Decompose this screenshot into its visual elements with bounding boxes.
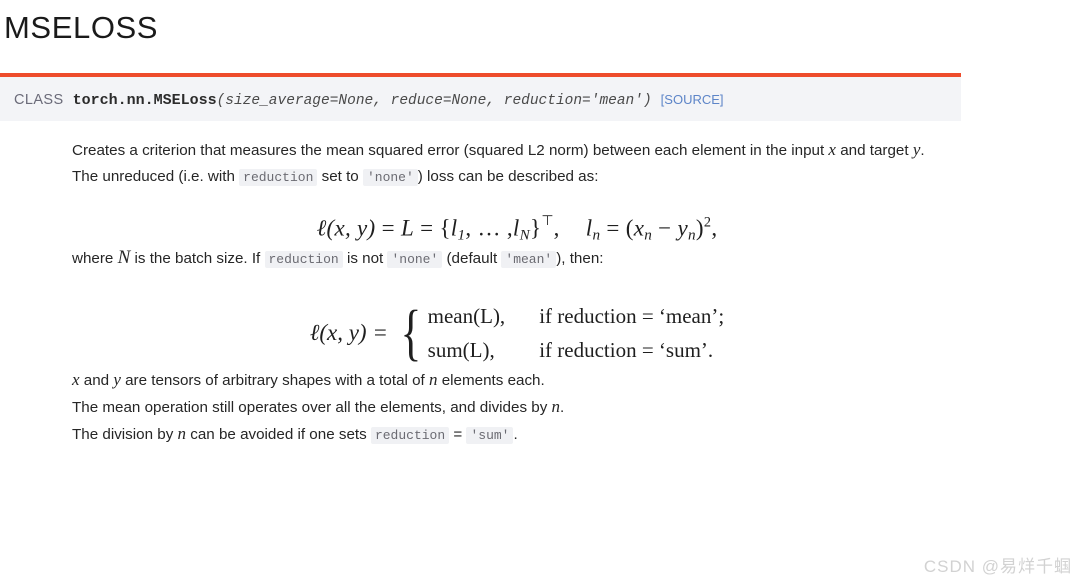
eq1-open-brace: { [439,215,451,241]
eq2-case-sum-cond: if reduction = ‘sum’. [539,337,714,362]
p3-text-1: where [72,249,118,267]
p4-text-1: and [79,371,114,389]
eq1-args: (x, y) [326,215,376,241]
eq2-brace: { [400,298,422,367]
p4-text-2: are tensors of arbitrary shapes with a t… [120,371,429,389]
eq1-comma-2: , [711,215,718,241]
paragraph-batch-size: where N is the batch size. If reduction … [72,245,962,273]
p1-text-1: Creates a criterion that measures the me… [72,142,829,159]
eq1-equals-2: = [420,215,434,241]
p6-text-1: The division by [72,425,178,443]
p6-text-2: can be avoided if one sets [186,425,371,443]
eq1-rhs-open-paren: ( [625,215,634,241]
eq2-cases-table: mean(L), if reduction = ‘mean’; sum(L), … [428,299,725,367]
eq1-rhs-x-sub: n [644,226,653,244]
class-signature-text: CLASS torch.nn.MSELoss(size_average=None,… [14,90,724,111]
eq1-close-brace: } [530,215,542,241]
eq1-rhs-l-sub: n [592,226,601,244]
eq1-rhs-x: x [633,215,645,241]
eq1-comma-1: , [553,215,560,241]
page-title: MSELOSS [4,10,159,45]
eq1-subscript-N: N [519,226,530,244]
p4-variable-x: x [72,369,80,389]
code-reduction-2: reduction [264,250,343,268]
csdn-watermark: CSDN @易烊千蝈 [923,557,1072,576]
p6-variable-n: n [177,423,187,443]
paragraph-division-avoided: The division by n can be avoided if one … [72,421,962,449]
paragraph-mean-operation: The mean operation still operates over a… [72,394,962,421]
eq1-ell: ℓ [316,215,327,241]
p3-text-3: is not [342,249,388,267]
code-none-2: 'none' [387,250,443,268]
documentation-body: Creates a criterion that measures the me… [72,137,962,449]
code-mean: 'mean' [501,250,557,268]
code-reduction-1: reduction [239,169,318,186]
equation-unreduced-loss: ℓ(x, y) = L = {l1, … ,lN}⊤, ln = (xn − yn… [72,213,962,245]
class-parameters: (size_average=None, reduce=None, reducti… [216,93,652,109]
class-qualified-name: torch.nn.MSELoss [72,92,217,109]
eq1-rhs-minus: − [658,215,672,241]
eq1-ellipsis: , … , [465,215,513,241]
eq2-lhs: ℓ(x, y) = [309,319,388,345]
paragraph-tensor-shapes: x and y are tensors of arbitrary shapes … [72,367,962,394]
code-reduction-3: reduction [370,426,450,444]
p2-text-3: ) loss can be described as: [417,168,599,185]
p4-text-3: elements each. [437,371,545,389]
eq1-rhs-close-paren: ) [695,215,704,241]
p4-variable-n: n [429,369,438,389]
paragraph-description: Creates a criterion that measures the me… [72,137,962,164]
eq1-rhs-equals: = [606,215,620,241]
code-sum: 'sum' [466,426,514,444]
equation-reduction-cases: ℓ(x, y) = { mean(L), if reduction = ‘mea… [72,299,962,367]
p1-text-2: and target [835,142,913,159]
p4-variable-y: y [113,369,121,389]
paragraph-unreduced: The unreduced (i.e. with reduction set t… [72,164,962,191]
eq1-L: L [400,215,415,241]
class-keyword-label: CLASS [14,92,64,108]
eq2-case-mean-expr: mean(L), [427,303,506,328]
p6-text-3: = [449,425,467,443]
eq2-case-row-mean: mean(L), if reduction = ‘mean’; [428,299,725,333]
class-signature-block: CLASS torch.nn.MSELoss(size_average=None,… [0,73,961,121]
code-none-1: 'none' [362,169,418,186]
p5-text-2: . [560,398,565,416]
eq2-case-mean-cond: if reduction = ‘mean’; [539,303,725,328]
eq1-rhs-y: y [677,215,689,241]
eq1-l-last: l [512,215,520,241]
eq2-case-sum-expr: sum(L), [427,337,495,362]
p1-text-3: . [920,142,925,159]
eq2-case-row-sum: sum(L), if reduction = ‘sum’. [428,333,725,367]
source-link[interactable]: [SOURCE] [661,92,724,107]
p3-text-4: (default [442,249,502,267]
p5-variable-n: n [551,396,561,416]
p6-text-4: . [513,425,518,443]
p3-text-5: ), then: [556,249,604,267]
p2-text-1: The unreduced (i.e. with [72,168,240,185]
eq1-rhs-y-sub: n [688,226,696,244]
p2-text-2: set to [317,168,363,185]
p5-text-1: The mean operation still operates over a… [72,398,552,416]
eq1-transpose: ⊤ [541,213,554,228]
p1-variable-x: x [828,140,836,159]
p3-text-2: is the batch size. If [130,249,265,267]
p3-variable-N: N [117,246,131,268]
eq1-equals-1: = [381,215,395,241]
